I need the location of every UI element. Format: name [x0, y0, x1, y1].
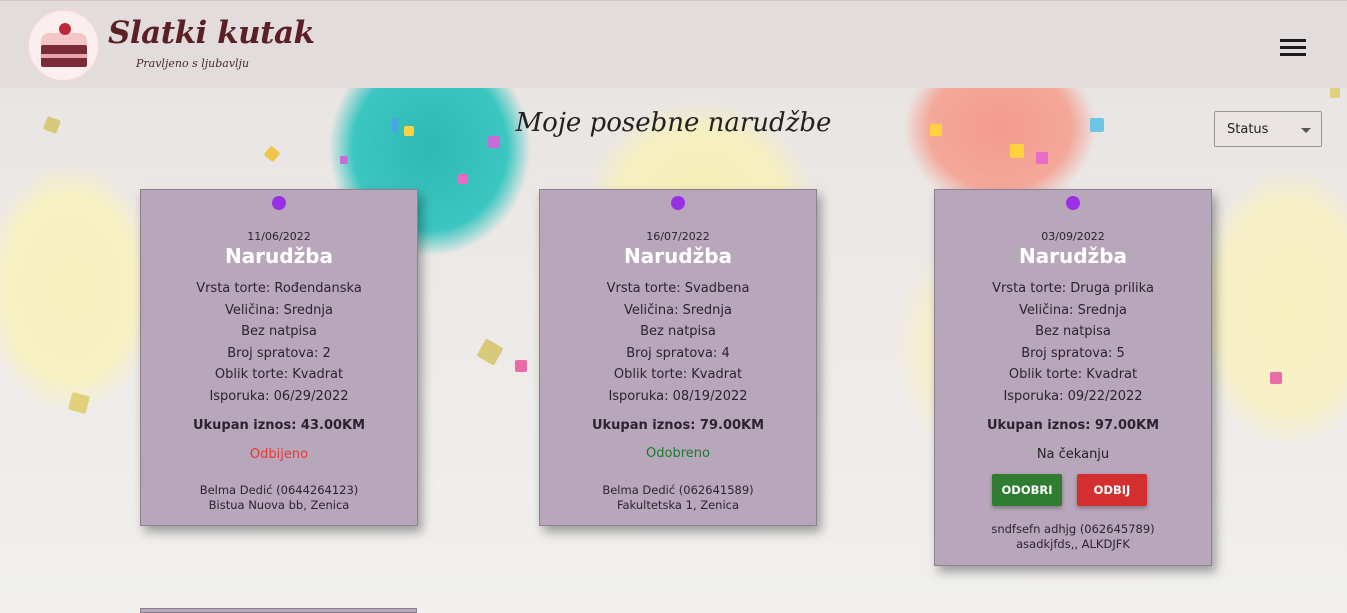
order-shape: Oblik torte: Kvadrat: [1008, 367, 1138, 383]
approve-button[interactable]: ODOBRI: [992, 474, 1062, 506]
order-shape: Oblik torte: Kvadrat: [613, 367, 743, 383]
reject-button[interactable]: ODBIJ: [1077, 474, 1147, 506]
hamburger-menu-icon[interactable]: [1280, 39, 1306, 57]
customer-address: asadkjfds,, ALKDJFK: [1016, 537, 1130, 551]
pin-icon: [1066, 196, 1080, 210]
order-card: 16/07/2022 Narudžba Vrsta torte: Svadben…: [539, 189, 817, 526]
order-title: Narudžba: [224, 244, 334, 268]
order-status: Na čekanju: [1036, 447, 1110, 462]
order-inscription: Bez natpisa: [640, 324, 716, 340]
order-size: Veličina: Srednja: [624, 302, 732, 318]
order-inscription: Bez natpisa: [241, 324, 317, 340]
order-total: Ukupan iznos: 43.00KM: [192, 418, 366, 433]
order-total: Ukupan iznos: 97.00KM: [986, 418, 1160, 433]
order-type: Vrsta torte: Rođendanska: [196, 281, 362, 296]
order-date: 03/09/2022: [1041, 230, 1105, 243]
brand-title[interactable]: Slatki kutak: [108, 15, 315, 51]
status-filter-select[interactable]: Status: [1214, 111, 1322, 147]
status-filter-value: Status: [1227, 122, 1269, 137]
order-contact: Belma Dedić (0644264123) Bistua Nuova bb…: [141, 483, 417, 513]
pin-icon: [671, 196, 685, 210]
order-card-next-row: [140, 608, 417, 613]
order-contact: Belma Dedić (062641589) Fakultetska 1, Z…: [540, 483, 816, 513]
order-status: Odobreno: [646, 446, 710, 461]
brand-subtitle: Pravljeno s ljubavlju: [136, 57, 250, 70]
order-delivery: Isporuka: 08/19/2022: [608, 388, 748, 404]
page-title: Moje posebne narudžbe: [515, 108, 832, 138]
order-size: Veličina: Srednja: [1019, 302, 1127, 318]
order-card: 11/06/2022 Narudžba Vrsta torte: Rođenda…: [140, 189, 418, 526]
order-details: Vrsta torte: Druga prilika Veličina: Sre…: [935, 278, 1211, 408]
customer-address: Bistua Nuova bb, Zenica: [208, 498, 350, 512]
customer-info: Belma Dedić (062641589): [602, 483, 754, 497]
logo-cake-icon[interactable]: [27, 9, 100, 82]
order-tiers: Broj spratova: 4: [626, 345, 730, 361]
order-tiers: Broj spratova: 5: [1021, 345, 1125, 361]
order-date: 11/06/2022: [247, 230, 311, 243]
order-title: Narudžba: [1018, 244, 1128, 268]
order-delivery: Isporuka: 09/22/2022: [1003, 388, 1143, 404]
order-type: Vrsta torte: Druga prilika: [992, 281, 1154, 296]
order-inscription: Bez natpisa: [1035, 324, 1111, 340]
order-contact: sndfsefn adhjg (062645789) asadkjfds,, A…: [935, 522, 1211, 552]
order-type: Vrsta torte: Svadbena: [606, 281, 750, 296]
order-total: Ukupan iznos: 79.00KM: [591, 418, 765, 433]
customer-info: Belma Dedić (0644264123): [199, 483, 359, 497]
order-date: 16/07/2022: [646, 230, 710, 243]
order-details: Vrsta torte: Rođendanska Veličina: Sredn…: [141, 278, 417, 408]
dropdown-arrow-icon: [1301, 128, 1311, 133]
order-shape: Oblik torte: Kvadrat: [214, 367, 344, 383]
customer-info: sndfsefn adhjg (062645789): [991, 522, 1155, 536]
order-status: Odbijeno: [249, 447, 309, 462]
order-card: 03/09/2022 Narudžba Vrsta torte: Druga p…: [934, 189, 1212, 566]
order-delivery: Isporuka: 06/29/2022: [209, 388, 349, 404]
customer-address: Fakultetska 1, Zenica: [616, 498, 740, 512]
pin-icon: [272, 196, 286, 210]
order-details: Vrsta torte: Svadbena Veličina: Srednja …: [540, 278, 816, 408]
order-size: Veličina: Srednja: [225, 302, 333, 318]
order-title: Narudžba: [623, 244, 733, 268]
order-tiers: Broj spratova: 2: [227, 345, 331, 361]
app-header: Slatki kutak Pravljeno s ljubavlju: [0, 0, 1347, 88]
